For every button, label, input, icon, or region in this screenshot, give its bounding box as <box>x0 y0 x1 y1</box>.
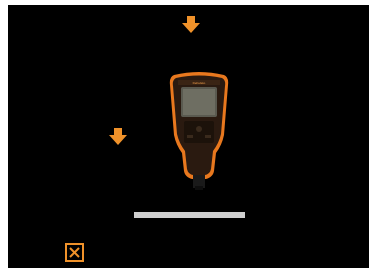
surface-line <box>134 212 245 218</box>
device-screen: DeFelsko <box>8 5 369 268</box>
coating-gauge-device-icon: DeFelsko <box>169 72 229 190</box>
device-brand-text: DeFelsko <box>193 81 206 85</box>
close-button[interactable] <box>65 243 84 262</box>
arrow-down-icon <box>182 16 200 33</box>
close-icon <box>69 247 80 258</box>
arrow-down-icon <box>109 128 127 145</box>
